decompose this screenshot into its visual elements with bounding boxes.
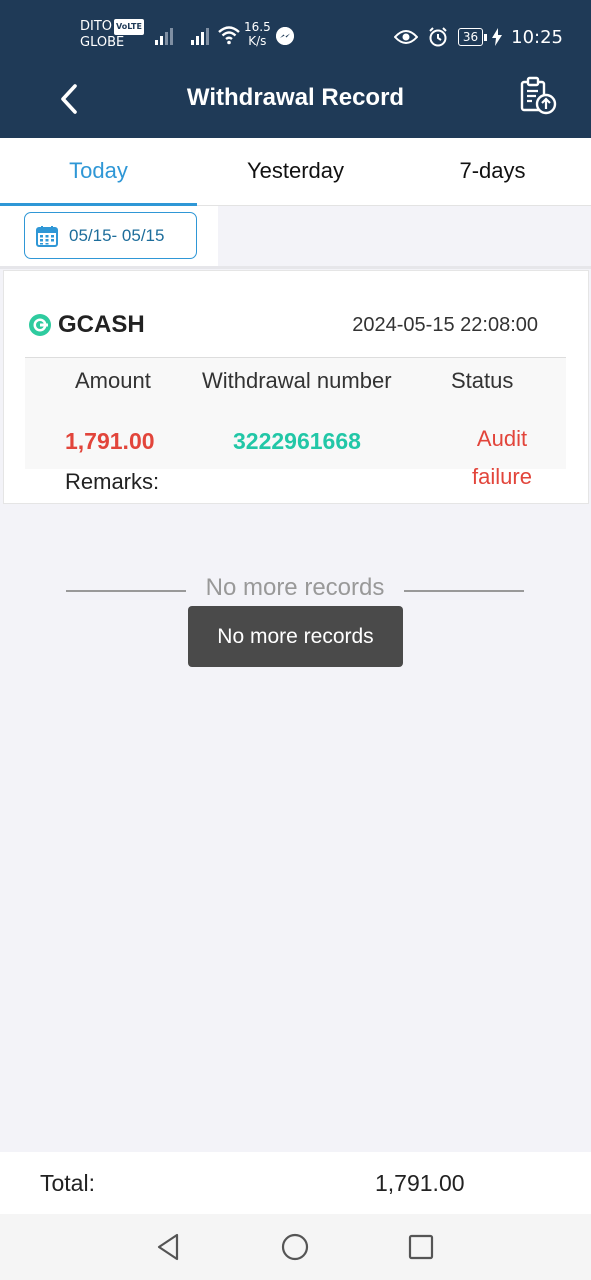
app-header: Withdrawal Record: [0, 60, 591, 138]
remarks-label: Remarks:: [65, 469, 160, 494]
carrier-secondary: GLOBE: [80, 35, 125, 50]
divider-right: [404, 590, 524, 592]
messenger-icon: [276, 27, 294, 45]
date-tabs: Today Yesterday 7-days: [0, 138, 591, 206]
alarm-icon: [429, 27, 447, 47]
tab-7-days[interactable]: 7-days: [394, 138, 591, 205]
total-bar: Total: 1,791.00: [0, 1152, 591, 1214]
carrier-info: DITO VoLTE GLOBE: [80, 19, 144, 51]
status-value: Audit failure: [472, 426, 532, 489]
payment-method-name: GCASH: [58, 311, 145, 338]
system-navigation-bar: [0, 1214, 591, 1280]
network-speed-unit: K/s: [248, 34, 267, 48]
calendar-icon: [36, 225, 58, 247]
payment-method: GCASH: [28, 311, 145, 339]
charging-icon: [492, 28, 503, 46]
record-datetime: 2024-05-15 22:08:00: [352, 314, 538, 336]
carrier-primary: DITO: [80, 19, 113, 34]
nav-back-icon[interactable]: [152, 1231, 184, 1263]
network-speed: 16.5 K/s: [244, 20, 271, 48]
list-end-indicator: No more records: [66, 574, 524, 606]
record-details: Amount Withdrawal number Status 1,791.00…: [25, 357, 566, 489]
nav-home-icon[interactable]: [279, 1231, 311, 1263]
eye-icon: [393, 30, 418, 44]
status-header: Status: [451, 368, 514, 393]
withdrawal-number-header: Withdrawal number: [202, 368, 392, 393]
withdrawal-record-card[interactable]: GCASH 2024-05-15 22:08:00 Amount Withdra…: [3, 270, 589, 504]
clipboard-upload-icon[interactable]: [518, 76, 558, 116]
date-range-text: 05/15- 05/15: [69, 225, 165, 245]
status-right-cluster: 36 10:25: [393, 24, 563, 50]
clock: 10:25: [511, 26, 563, 48]
withdrawal-number-value: 3222961668: [233, 428, 361, 454]
wifi-icon: [218, 26, 240, 45]
network-speed-value: 16.5: [244, 20, 271, 34]
total-value: 1,791.00: [375, 1170, 465, 1196]
battery-icon: 36: [457, 28, 488, 46]
toast-message: No more records: [188, 606, 403, 667]
signal-icon-2: [191, 28, 209, 45]
nav-recents-icon[interactable]: [405, 1231, 437, 1263]
amount-header: Amount: [75, 368, 151, 393]
system-status-bar: DITO VoLTE GLOBE 16.5 K/s 36 10:25: [0, 0, 591, 60]
total-label: Total:: [40, 1170, 95, 1196]
volte-badge: VoLTE: [114, 19, 144, 35]
tab-today[interactable]: Today: [0, 138, 197, 206]
date-range-picker[interactable]: 05/15- 05/15: [24, 212, 197, 259]
gcash-logo-icon: [29, 314, 51, 336]
tab-yesterday[interactable]: Yesterday: [197, 138, 394, 205]
divider: [0, 266, 591, 269]
filter-bar: 05/15- 05/15: [0, 206, 218, 268]
list-end-text: No more records: [205, 574, 385, 601]
page-title: Withdrawal Record: [186, 84, 405, 111]
amount-value: 1,791.00: [65, 428, 155, 454]
signal-icon-1: [155, 28, 173, 45]
